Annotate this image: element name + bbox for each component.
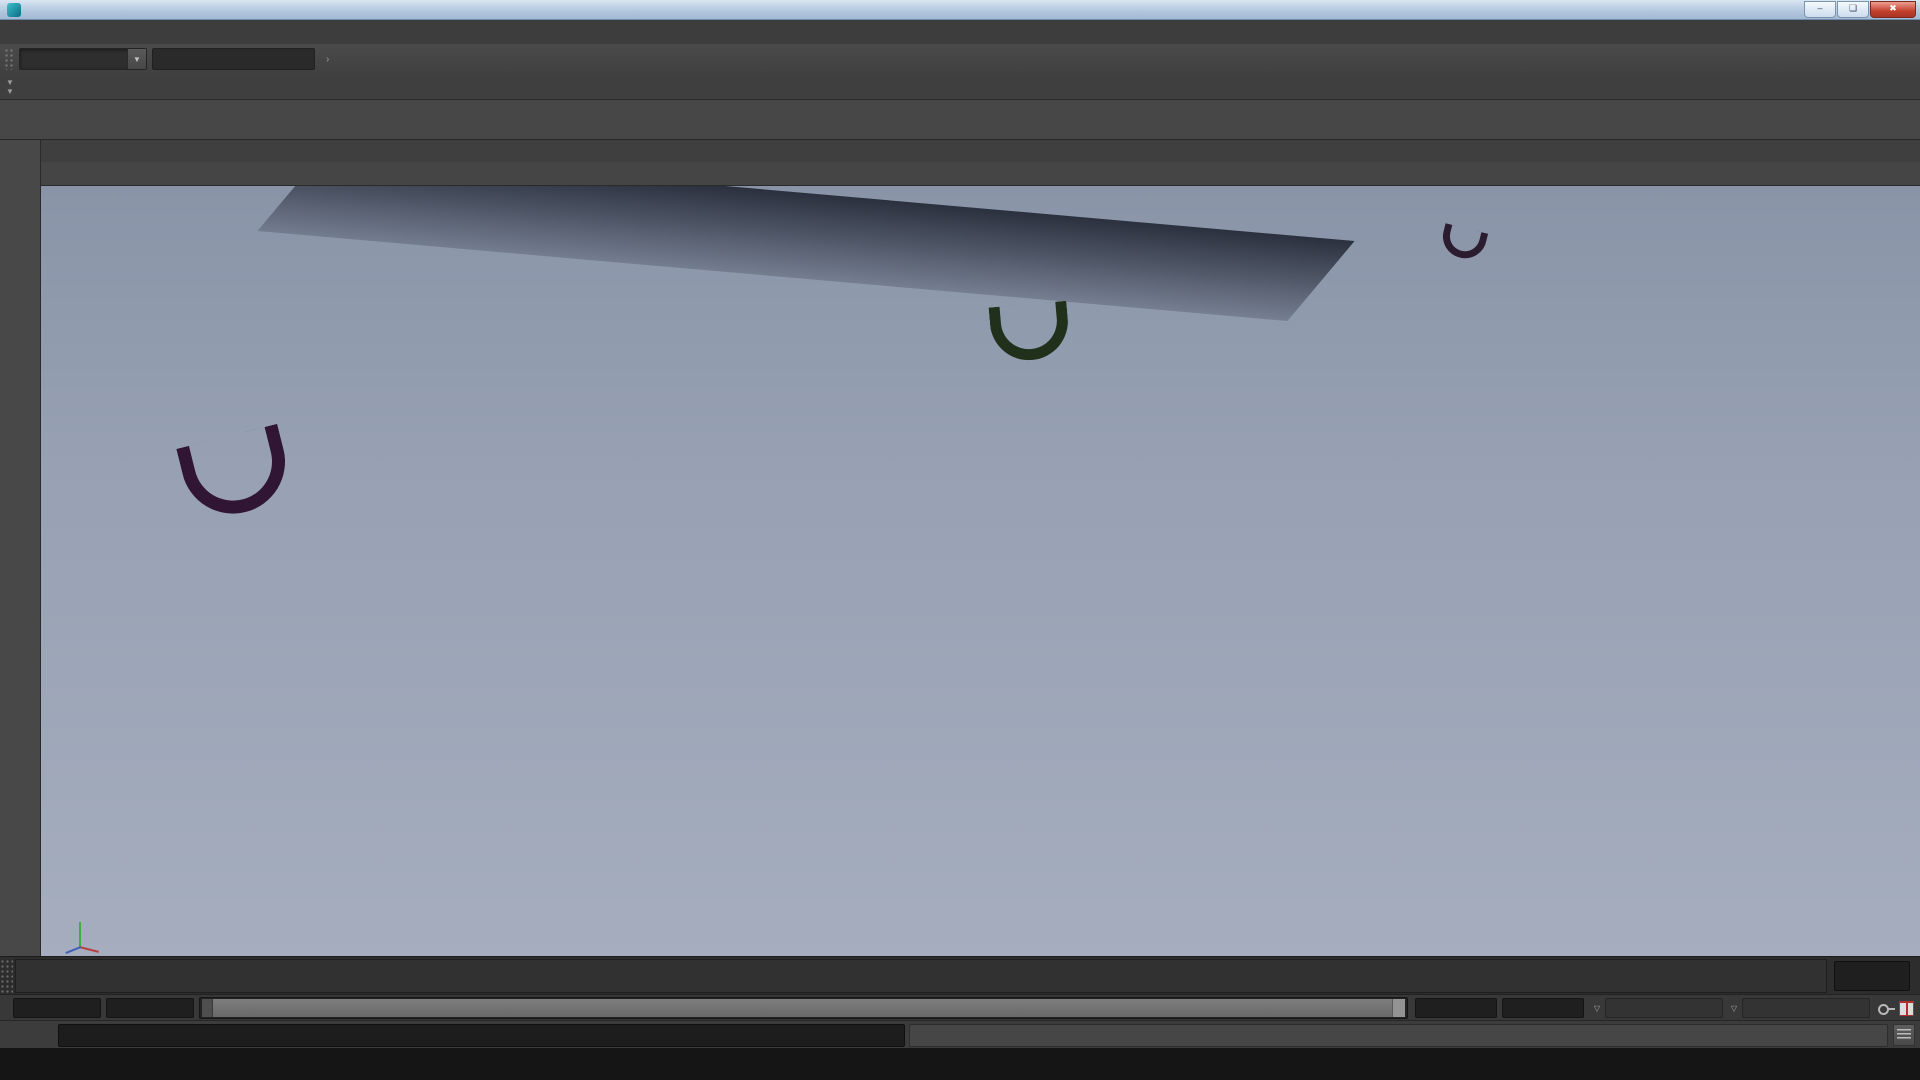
time-slider-grip[interactable] [0, 959, 13, 993]
panel-toolbar [41, 162, 1920, 186]
range-start-handle[interactable] [202, 999, 213, 1017]
script-editor-icon[interactable] [1893, 1024, 1915, 1046]
chevron-down-icon[interactable]: ▽ [1589, 1004, 1605, 1013]
shelf-icon-row [0, 100, 1920, 140]
status-line: ▼ › [0, 44, 1920, 75]
crate-handle-loop [176, 424, 296, 525]
status-line-grip[interactable] [4, 48, 15, 70]
section-collapse-icon[interactable]: › [320, 54, 335, 65]
crate-handle-left [182, 425, 299, 526]
crate-handle-loop [989, 301, 1072, 364]
live-surface-field[interactable] [152, 48, 315, 70]
close-button[interactable]: ✖ [1870, 1, 1916, 18]
time-slider [0, 956, 1920, 995]
minimize-button[interactable]: – [1804, 1, 1836, 18]
perspective-viewport[interactable] [41, 140, 1920, 956]
crate-handle-far [1438, 225, 1487, 263]
view-axis-gizmo [59, 914, 103, 948]
shelf-menu-icon[interactable]: ▼▼ [6, 78, 14, 96]
range-end-handle[interactable] [1392, 999, 1405, 1017]
window-controls: –❏✖ [1803, 1, 1916, 18]
character-set-selector[interactable] [1742, 998, 1870, 1018]
animation-end-field[interactable] [1502, 998, 1584, 1018]
range-slider-track[interactable] [199, 997, 1408, 1019]
range-slider-bar[interactable] [202, 999, 1405, 1017]
menu-set-selector[interactable]: ▼ [19, 48, 147, 70]
window-titlebar: –❏✖ [0, 0, 1920, 20]
animation-start-field[interactable] [13, 998, 101, 1018]
animation-preferences-icon[interactable] [1899, 1001, 1914, 1016]
command-line-row [0, 1020, 1920, 1049]
x-axis-icon [79, 946, 99, 953]
auto-keyframe-icon[interactable] [1876, 999, 1896, 1017]
frame-ruler[interactable] [15, 959, 1827, 993]
chevron-down-icon[interactable]: ▼ [127, 49, 146, 69]
anim-layer-selector[interactable] [1605, 998, 1723, 1018]
taskbar [0, 1048, 1920, 1080]
chevron-down-icon[interactable]: ▽ [1726, 1004, 1742, 1013]
command-line-input[interactable] [58, 1024, 905, 1047]
main-menubar [0, 20, 1920, 45]
z-axis-icon [65, 946, 81, 954]
crate-handle-right [991, 305, 1071, 363]
shelf-tab-bar: ▼▼ [0, 74, 1920, 100]
current-time-field[interactable] [1834, 961, 1910, 991]
y-axis-icon [79, 922, 81, 948]
restore-button[interactable]: ❏ [1837, 1, 1869, 18]
crate-handle-loop [1438, 223, 1488, 263]
panel-menubar [41, 140, 1920, 163]
playback-controls [1915, 957, 1920, 995]
playback-end-field[interactable] [1415, 998, 1497, 1018]
range-slider-row: ▽ ▽ [0, 994, 1920, 1021]
playback-start-field[interactable] [106, 998, 194, 1018]
maya-app-icon [7, 3, 21, 17]
command-line-result [909, 1024, 1888, 1047]
toolbox [0, 140, 41, 956]
